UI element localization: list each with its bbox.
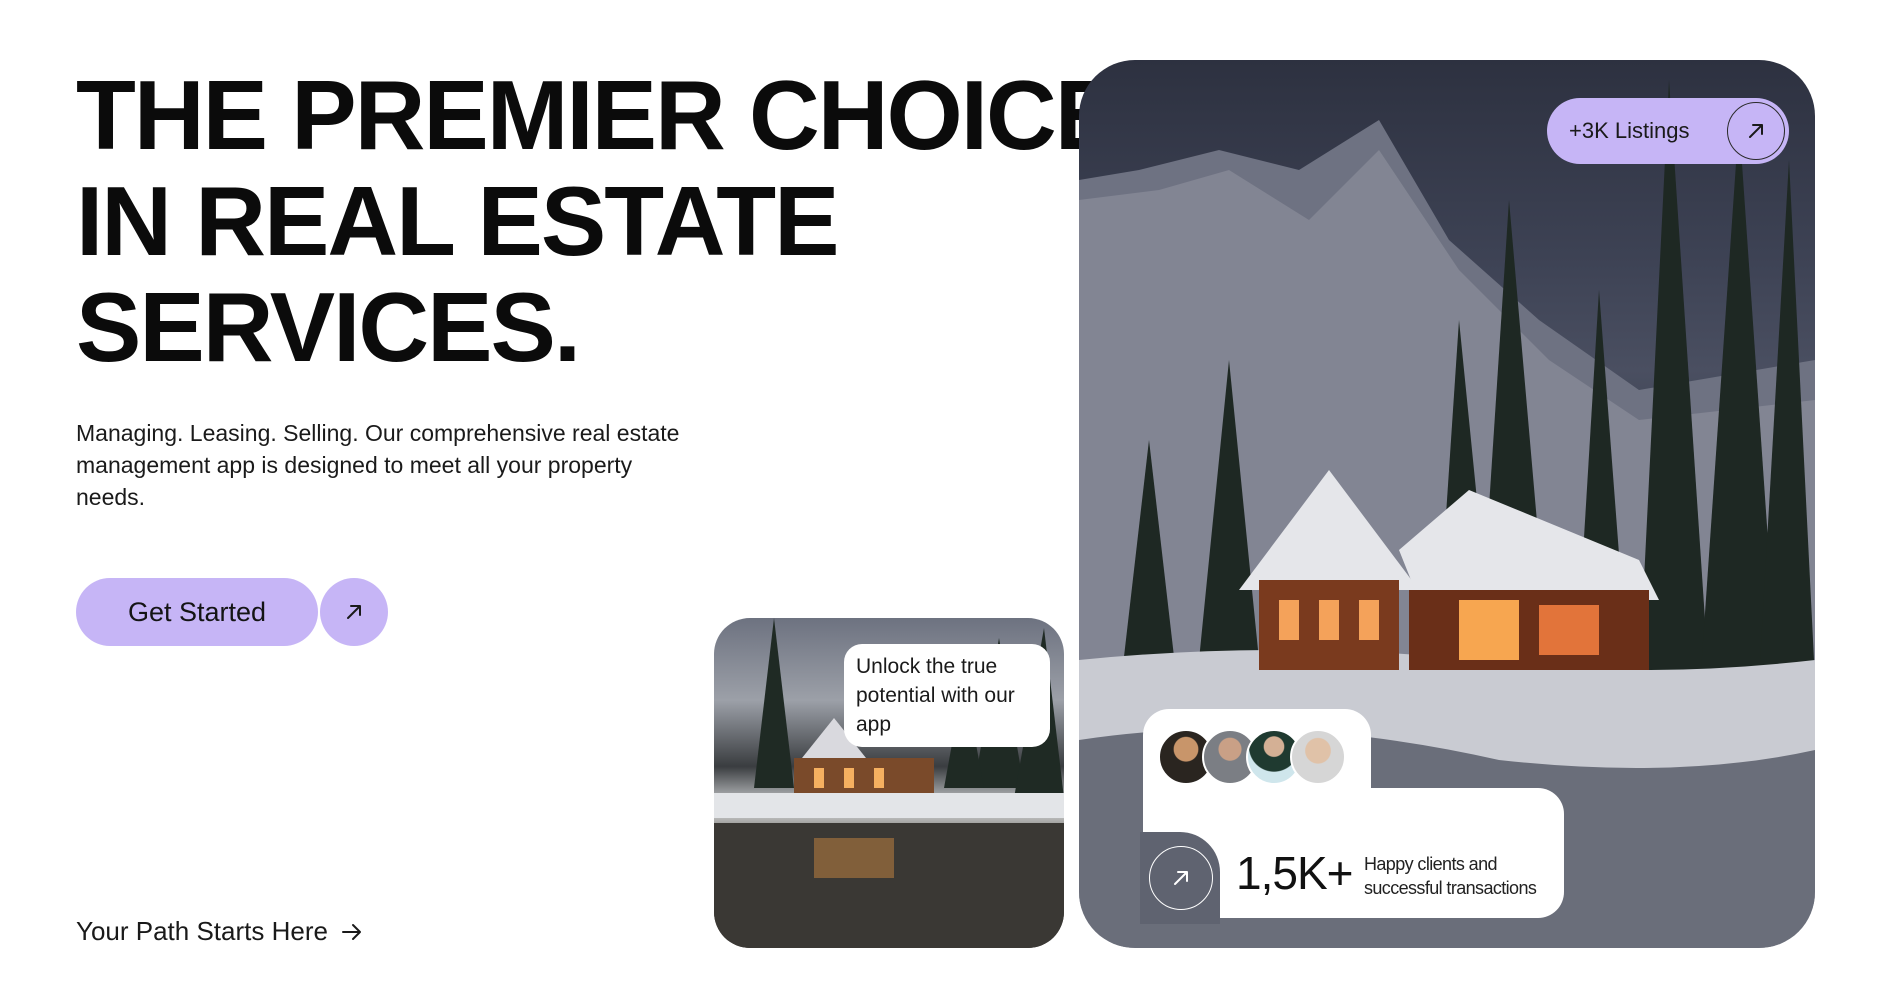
path-starts-label: Your Path Starts Here [76, 916, 328, 946]
page-headline: THE PREMIER CHOICE IN REAL ESTATE SERVIC… [76, 60, 1120, 382]
client-avatars [1158, 729, 1346, 785]
arrow-right-icon [341, 923, 361, 940]
stats-caption: Happy clients and successful transaction… [1364, 854, 1537, 898]
headline-line-2: IN REAL ESTATE [76, 166, 840, 276]
headline-line-1: THE PREMIER CHOICE [76, 60, 1120, 170]
arrow-up-right-icon [347, 605, 361, 619]
headline-line-3: SERVICES. [76, 272, 581, 382]
avatar [1290, 729, 1346, 785]
hero-description: Managing. Leasing. Selling. Our comprehe… [76, 420, 680, 510]
path-starts-link[interactable]: Your Path Starts Here [76, 916, 364, 947]
get-started-cta: Get Started [76, 578, 388, 646]
listings-button[interactable]: +3K Listings [1547, 98, 1789, 164]
listings-arrow-circle [1727, 102, 1785, 160]
promo-bubble: Unlock the true potential with our app [844, 644, 1050, 747]
arrow-up-right-icon [1749, 124, 1763, 138]
stats-arrow-button[interactable] [1149, 846, 1213, 910]
arrow-up-right-icon [1174, 871, 1188, 885]
stats-value: 1,5K+ [1236, 847, 1353, 899]
get-started-button[interactable]: Get Started [76, 578, 318, 646]
get-started-arrow-button[interactable] [320, 578, 388, 646]
listings-label: +3K Listings [1569, 118, 1690, 143]
